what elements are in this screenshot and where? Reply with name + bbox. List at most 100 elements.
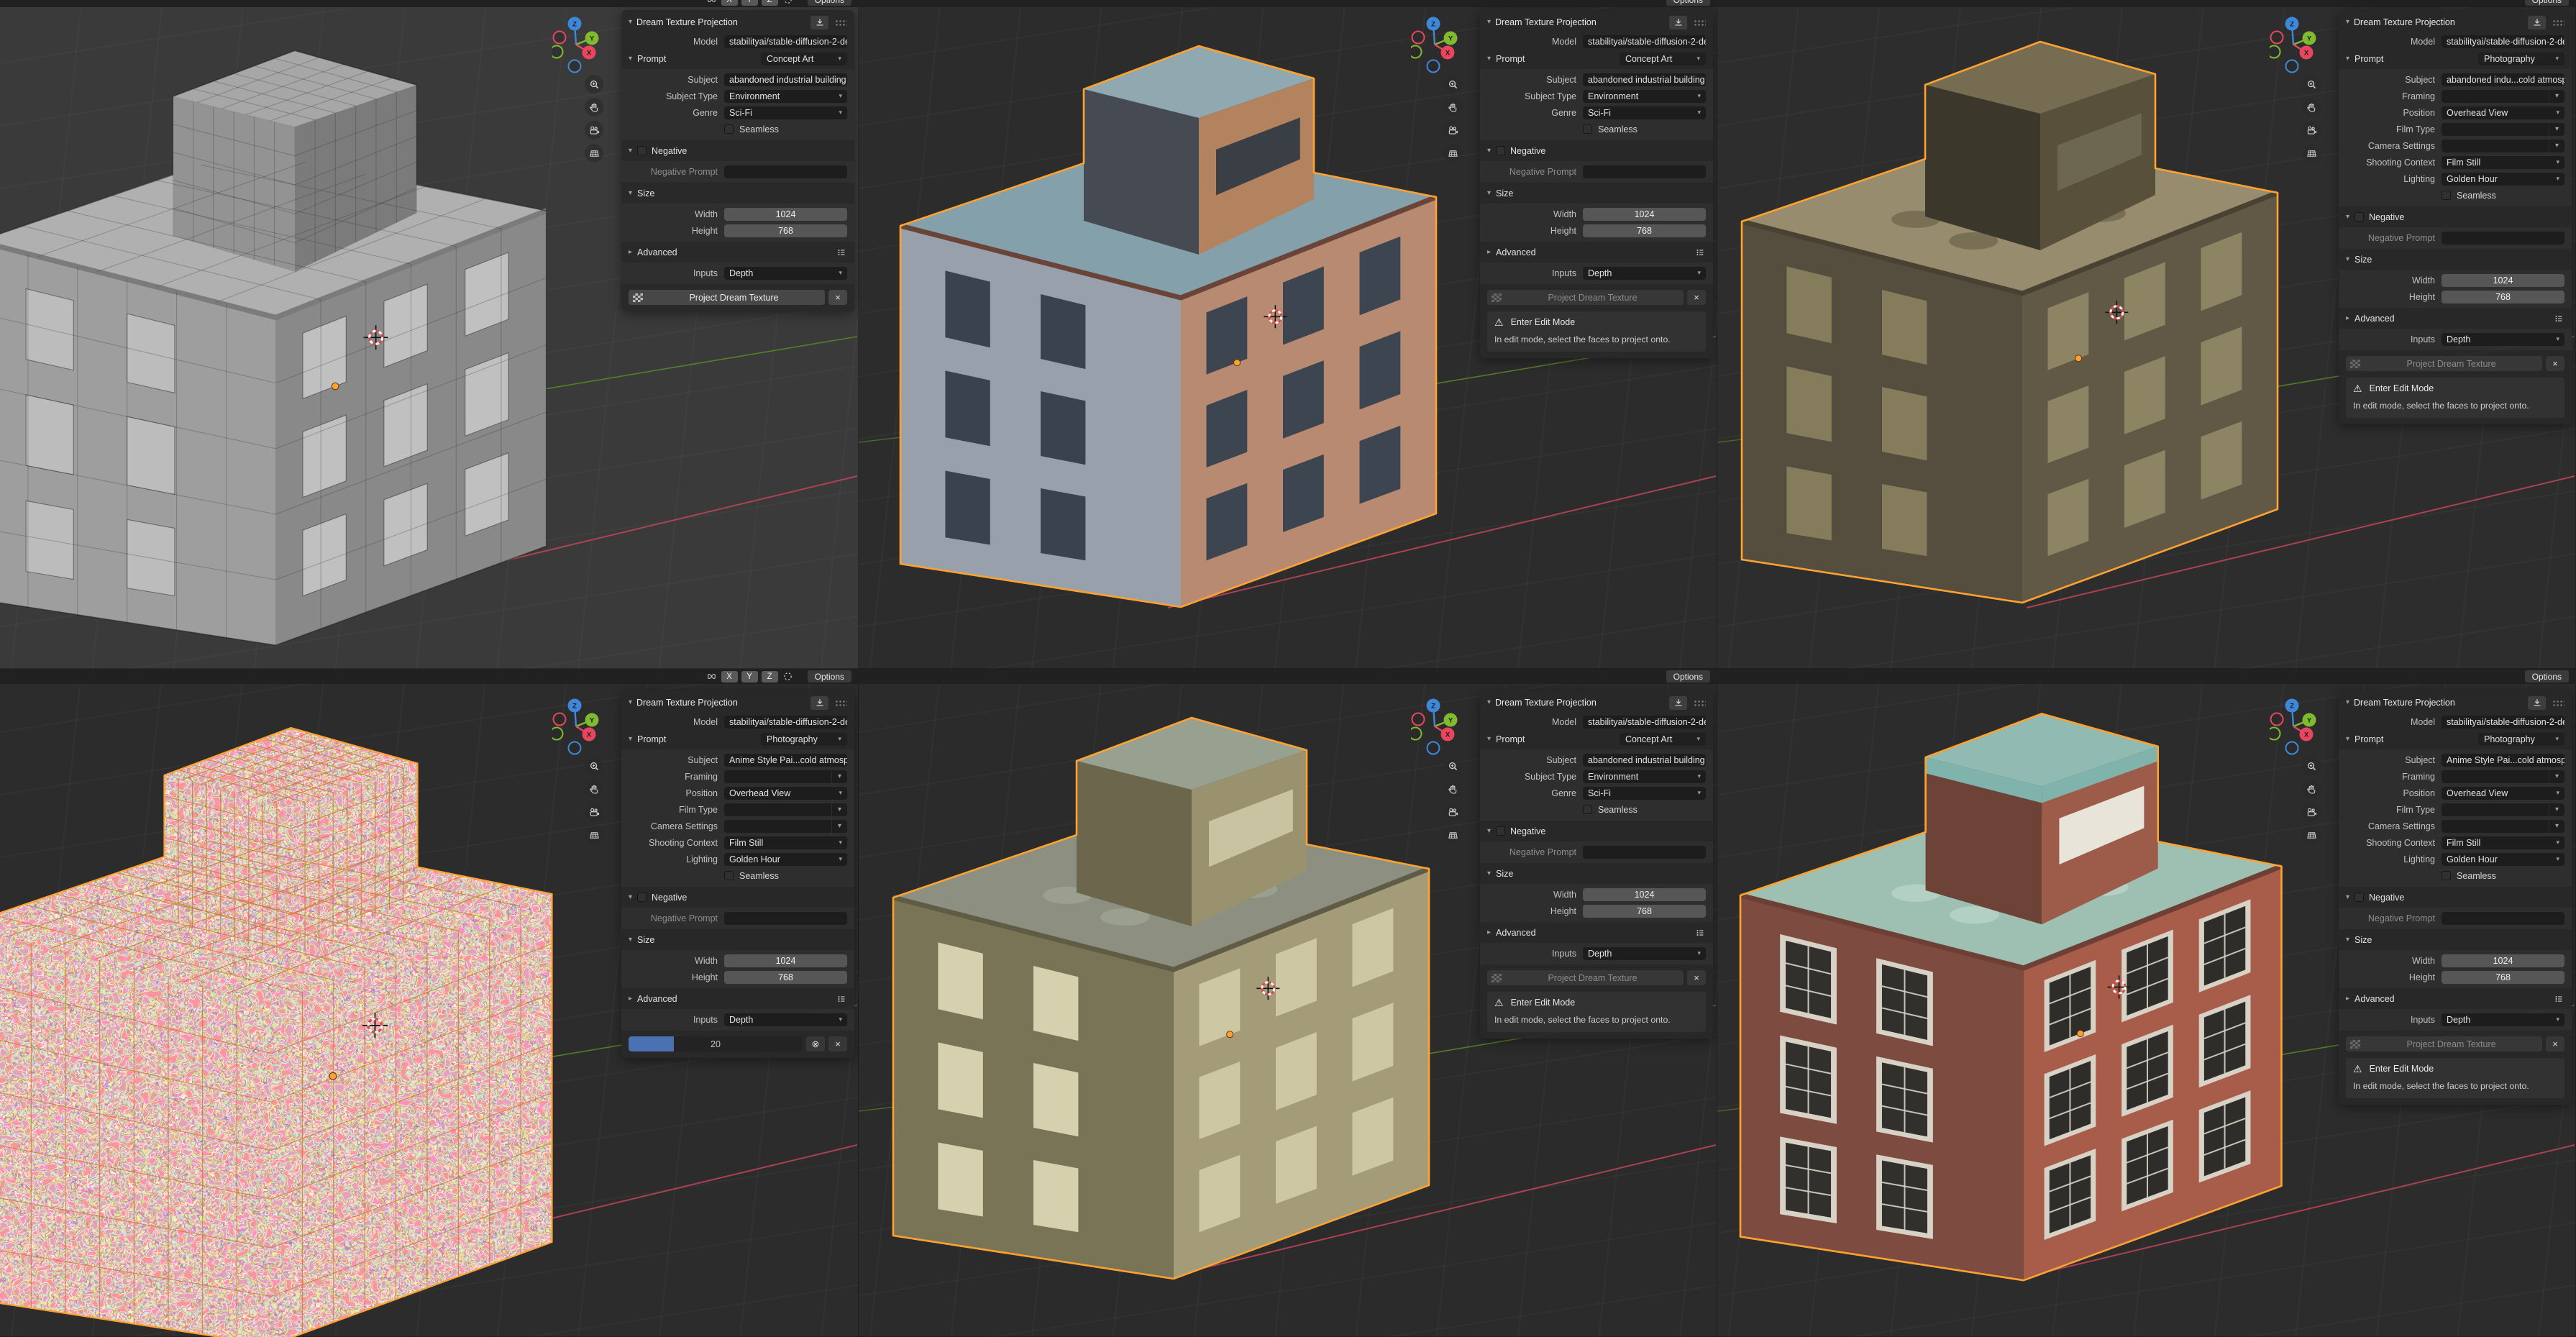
building-mesh[interactable]	[900, 46, 1436, 607]
pan-hand-icon[interactable]	[2302, 98, 2321, 117]
prompt-section-header[interactable]: ▾PromptConcept Art▾	[1487, 50, 1706, 67]
text-input[interactable]: abandoned indu...cold atmosphere	[2442, 73, 2564, 86]
project-dream-texture-button[interactable]: Project Dream Texture	[629, 290, 825, 305]
dropdown-select[interactable]: Sci-Fi▾	[1583, 787, 1706, 800]
zoom-icon[interactable]	[585, 75, 603, 93]
negative-prompt-input[interactable]	[724, 165, 847, 178]
camera-view-icon[interactable]	[2302, 803, 2321, 821]
advanced-section-header[interactable]: ▸Advanced	[1487, 244, 1706, 260]
dropdown-select[interactable]: Film Still▾	[2442, 836, 2564, 849]
dropdown-select[interactable]: Sci-Fi▾	[1583, 106, 1706, 119]
model-select[interactable]: stabilityai/stable-diffusion-2-de...▾	[724, 716, 847, 729]
camera-view-icon[interactable]	[585, 121, 603, 140]
split-text-input[interactable]	[724, 803, 831, 816]
panel-header[interactable]: ▾Dream Texture Projection	[1487, 693, 1706, 712]
mirror-axis-z-button[interactable]: Z	[762, 0, 778, 6]
pan-hand-icon[interactable]	[585, 780, 603, 798]
height-input[interactable]: 768	[1583, 224, 1706, 237]
height-input[interactable]: 768	[1583, 905, 1706, 918]
pan-hand-icon[interactable]	[1443, 98, 1462, 117]
prompt-preset-select[interactable]: Concept Art▾	[1620, 53, 1706, 65]
split-text-input[interactable]	[2442, 90, 2549, 103]
close-button[interactable]: ×	[1687, 290, 1706, 305]
dropdown-select[interactable]: Environment▾	[1583, 770, 1706, 783]
axis-negative-handle[interactable]	[569, 742, 581, 754]
inputs-select[interactable]: Depth▾	[2442, 333, 2564, 346]
axis-negative-handle[interactable]	[1411, 46, 1422, 58]
inputs-select[interactable]: Depth▾	[1583, 947, 1706, 960]
close-button[interactable]: ×	[828, 290, 847, 305]
drag-handle-dots-icon[interactable]	[835, 700, 847, 706]
negative-prompt-input[interactable]	[724, 912, 847, 925]
project-dream-texture-button[interactable]: Project Dream Texture	[1487, 970, 1684, 985]
dropdown-select[interactable]: Sci-Fi▾	[724, 106, 847, 119]
negative-section-header[interactable]: ▾Negative	[1487, 823, 1706, 839]
panel-header[interactable]: ▾Dream Texture Projection	[629, 13, 847, 32]
dropdown-select[interactable]: Overhead View▾	[724, 787, 847, 800]
axis-negative-handle[interactable]	[554, 32, 566, 44]
split-text-input[interactable]	[2442, 820, 2549, 833]
axis-negative-handle[interactable]	[1428, 742, 1440, 754]
advanced-section-header[interactable]: ▸Advanced	[629, 244, 847, 260]
model-select[interactable]: stabilityai/stable-diffusion-2-de...▾	[724, 35, 847, 48]
advanced-presets-icon[interactable]	[2552, 993, 2564, 1005]
prompt-section-header[interactable]: ▾PromptPhotography▾	[629, 731, 847, 747]
download-icon[interactable]	[1669, 696, 1687, 710]
building-mesh[interactable]	[0, 728, 552, 1337]
building-mesh[interactable]	[0, 50, 547, 645]
mirror-icon[interactable]	[705, 670, 718, 683]
proportional-editing-icon[interactable]	[782, 0, 794, 6]
seamless-checkbox[interactable]	[724, 871, 734, 880]
perspective-grid-icon[interactable]	[2302, 826, 2321, 844]
split-dropdown-button[interactable]: ▾	[2549, 820, 2564, 833]
negative-section-header[interactable]: ▾Negative	[629, 142, 847, 159]
model-select[interactable]: stabilityai/stable-diffusion-2-de...▾	[2442, 35, 2564, 48]
advanced-section-header[interactable]: ▸Advanced	[629, 990, 847, 1007]
generation-progress-bar[interactable]: 20	[629, 1036, 803, 1051]
mirror-axis-y-button[interactable]: Y	[741, 671, 758, 683]
axis-gizmo[interactable]: ZYX	[1411, 693, 1458, 760]
download-icon[interactable]	[1669, 16, 1687, 29]
prompt-section-header[interactable]: ▾PromptPhotography▾	[2346, 731, 2564, 747]
dropdown-select[interactable]: Overhead View▾	[2442, 106, 2564, 119]
split-text-input[interactable]	[2442, 123, 2549, 136]
perspective-grid-icon[interactable]	[1443, 826, 1462, 844]
height-input[interactable]: 768	[724, 224, 847, 237]
split-dropdown-button[interactable]: ▾	[832, 803, 847, 816]
model-select[interactable]: stabilityai/stable-diffusion-2-de...▾	[1583, 35, 1706, 48]
axis-negative-handle[interactable]	[552, 728, 563, 740]
viewport-options-button[interactable]: Options	[808, 0, 851, 6]
dropdown-select[interactable]: Golden Hour▾	[724, 853, 847, 866]
panel-header[interactable]: ▾Dream Texture Projection	[2346, 693, 2564, 712]
inputs-select[interactable]: Depth▾	[2442, 1013, 2564, 1026]
close-button[interactable]: ×	[2546, 356, 2564, 371]
axis-negative-handle[interactable]	[2286, 60, 2298, 73]
dropdown-select[interactable]: Film Still▾	[2442, 156, 2564, 169]
dropdown-select[interactable]: Overhead View▾	[2442, 787, 2564, 800]
zoom-icon[interactable]	[1443, 75, 1462, 93]
split-text-input[interactable]	[2442, 803, 2549, 816]
drag-handle-dots-icon[interactable]	[2552, 19, 2564, 26]
width-input[interactable]: 1024	[1583, 888, 1706, 901]
camera-view-icon[interactable]	[2302, 121, 2321, 140]
negative-section-header-checkbox[interactable]	[637, 146, 647, 155]
advanced-presets-icon[interactable]	[1694, 246, 1706, 258]
axis-gizmo[interactable]: ZYX	[552, 12, 600, 78]
perspective-grid-icon[interactable]	[585, 144, 603, 163]
width-input[interactable]: 1024	[2442, 274, 2564, 287]
size-section-header[interactable]: ▾Size	[1487, 185, 1706, 201]
width-input[interactable]: 1024	[2442, 954, 2564, 967]
advanced-presets-icon[interactable]	[2552, 312, 2564, 324]
drag-handle-dots-icon[interactable]	[835, 19, 847, 26]
negative-section-header[interactable]: ▾Negative	[1487, 142, 1706, 159]
pan-hand-icon[interactable]	[2302, 780, 2321, 798]
axis-negative-handle[interactable]	[2271, 713, 2283, 726]
size-section-header[interactable]: ▾Size	[2346, 251, 2564, 268]
width-input[interactable]: 1024	[1583, 208, 1706, 221]
dropdown-select[interactable]: Environment▾	[1583, 90, 1706, 103]
perspective-grid-icon[interactable]	[585, 826, 603, 844]
drag-handle-dots-icon[interactable]	[1694, 19, 1706, 26]
axis-negative-handle[interactable]	[1412, 32, 1425, 44]
viewport-options-button[interactable]: Options	[808, 670, 851, 683]
split-dropdown-button[interactable]: ▾	[2549, 770, 2564, 783]
